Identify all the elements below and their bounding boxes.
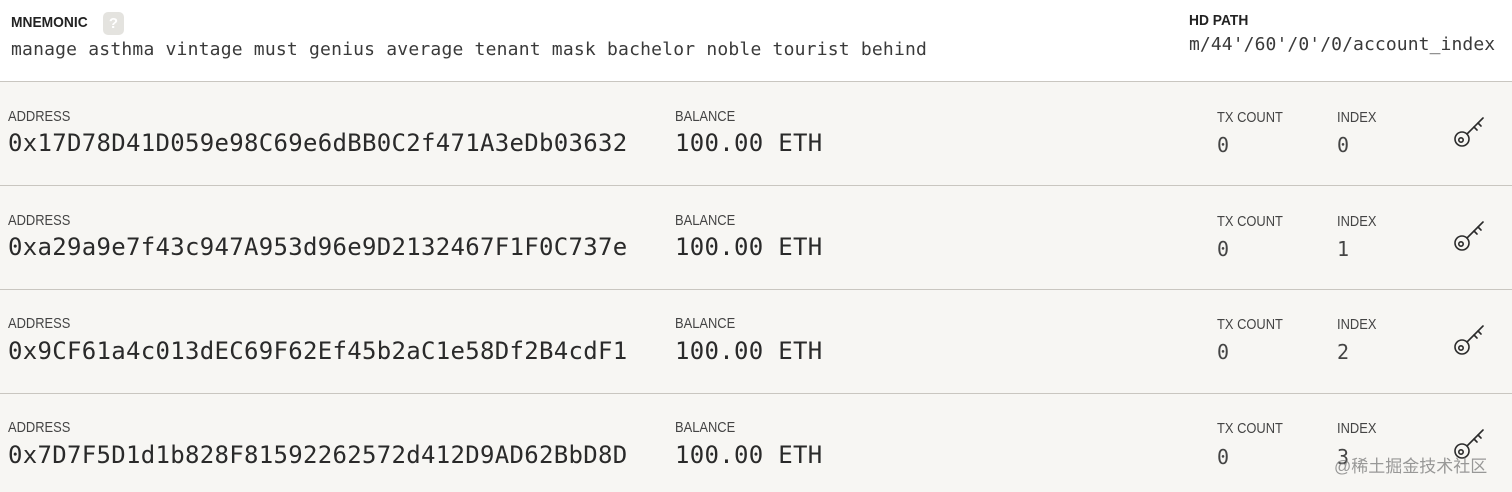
hd-path-label: HD PATH xyxy=(1189,12,1249,29)
address-label: ADDRESS xyxy=(8,315,71,332)
account-address: 0x7D7F5D1d1b828F81592262572d412D9AD62BbD… xyxy=(8,441,628,469)
account-row: ADDRESS 0xa29a9e7f43c947A953d96e9D213246… xyxy=(0,186,1512,290)
index-label: INDEX xyxy=(1337,420,1377,437)
balance-label: BALANCE xyxy=(675,212,736,229)
index-label: INDEX xyxy=(1337,316,1377,333)
account-balance: 100.00 ETH xyxy=(675,337,823,365)
help-icon[interactable]: ? xyxy=(103,12,124,35)
balance-label: BALANCE xyxy=(675,419,736,436)
key-icon[interactable] xyxy=(1452,113,1488,149)
address-label: ADDRESS xyxy=(8,419,71,436)
account-balance: 100.00 ETH xyxy=(675,233,823,261)
account-balance: 100.00 ETH xyxy=(675,441,823,469)
tx-count-label: TX COUNT xyxy=(1217,109,1283,126)
account-address: 0xa29a9e7f43c947A953d96e9D2132467F1F0C73… xyxy=(8,233,628,261)
index-value: 2 xyxy=(1337,340,1350,364)
tx-count-label: TX COUNT xyxy=(1217,213,1283,230)
address-label: ADDRESS xyxy=(8,108,71,125)
account-balance: 100.00 ETH xyxy=(675,129,823,157)
balance-label: BALANCE xyxy=(675,315,736,332)
account-address: 0x17D78D41D059e98C69e6dBB0C2f471A3eDb036… xyxy=(8,129,628,157)
account-row: ADDRESS 0x17D78D41D059e98C69e6dBB0C2f471… xyxy=(0,82,1512,186)
key-icon[interactable] xyxy=(1452,217,1488,253)
key-icon[interactable] xyxy=(1452,321,1488,357)
address-label: ADDRESS xyxy=(8,212,71,229)
tx-count-value: 0 xyxy=(1217,445,1230,469)
index-label: INDEX xyxy=(1337,109,1377,126)
mnemonic-label: MNEMONIC xyxy=(11,14,88,31)
hd-path-value: m/44'/60'/0'/0/account_index xyxy=(1189,34,1496,55)
account-row: ADDRESS 0x7D7F5D1d1b828F81592262572d412D… xyxy=(0,394,1512,492)
account-row: ADDRESS 0x9CF61a4c013dEC69F62Ef45b2aC1e5… xyxy=(0,290,1512,394)
tx-count-value: 0 xyxy=(1217,340,1230,364)
index-value: 1 xyxy=(1337,237,1350,261)
index-label: INDEX xyxy=(1337,213,1377,230)
tx-count-label: TX COUNT xyxy=(1217,316,1283,333)
mnemonic-words: manage asthma vintage must genius averag… xyxy=(11,39,928,60)
index-value: 0 xyxy=(1337,133,1350,157)
account-address: 0x9CF61a4c013dEC69F62Ef45b2aC1e58Df2B4cd… xyxy=(8,337,628,365)
balance-label: BALANCE xyxy=(675,108,736,125)
tx-count-value: 0 xyxy=(1217,237,1230,261)
watermark: @稀土掘金技术社区 xyxy=(1334,457,1488,476)
mnemonic-header: MNEMONIC ? manage asthma vintage must ge… xyxy=(0,0,1512,82)
tx-count-value: 0 xyxy=(1217,133,1230,157)
tx-count-label: TX COUNT xyxy=(1217,420,1283,437)
